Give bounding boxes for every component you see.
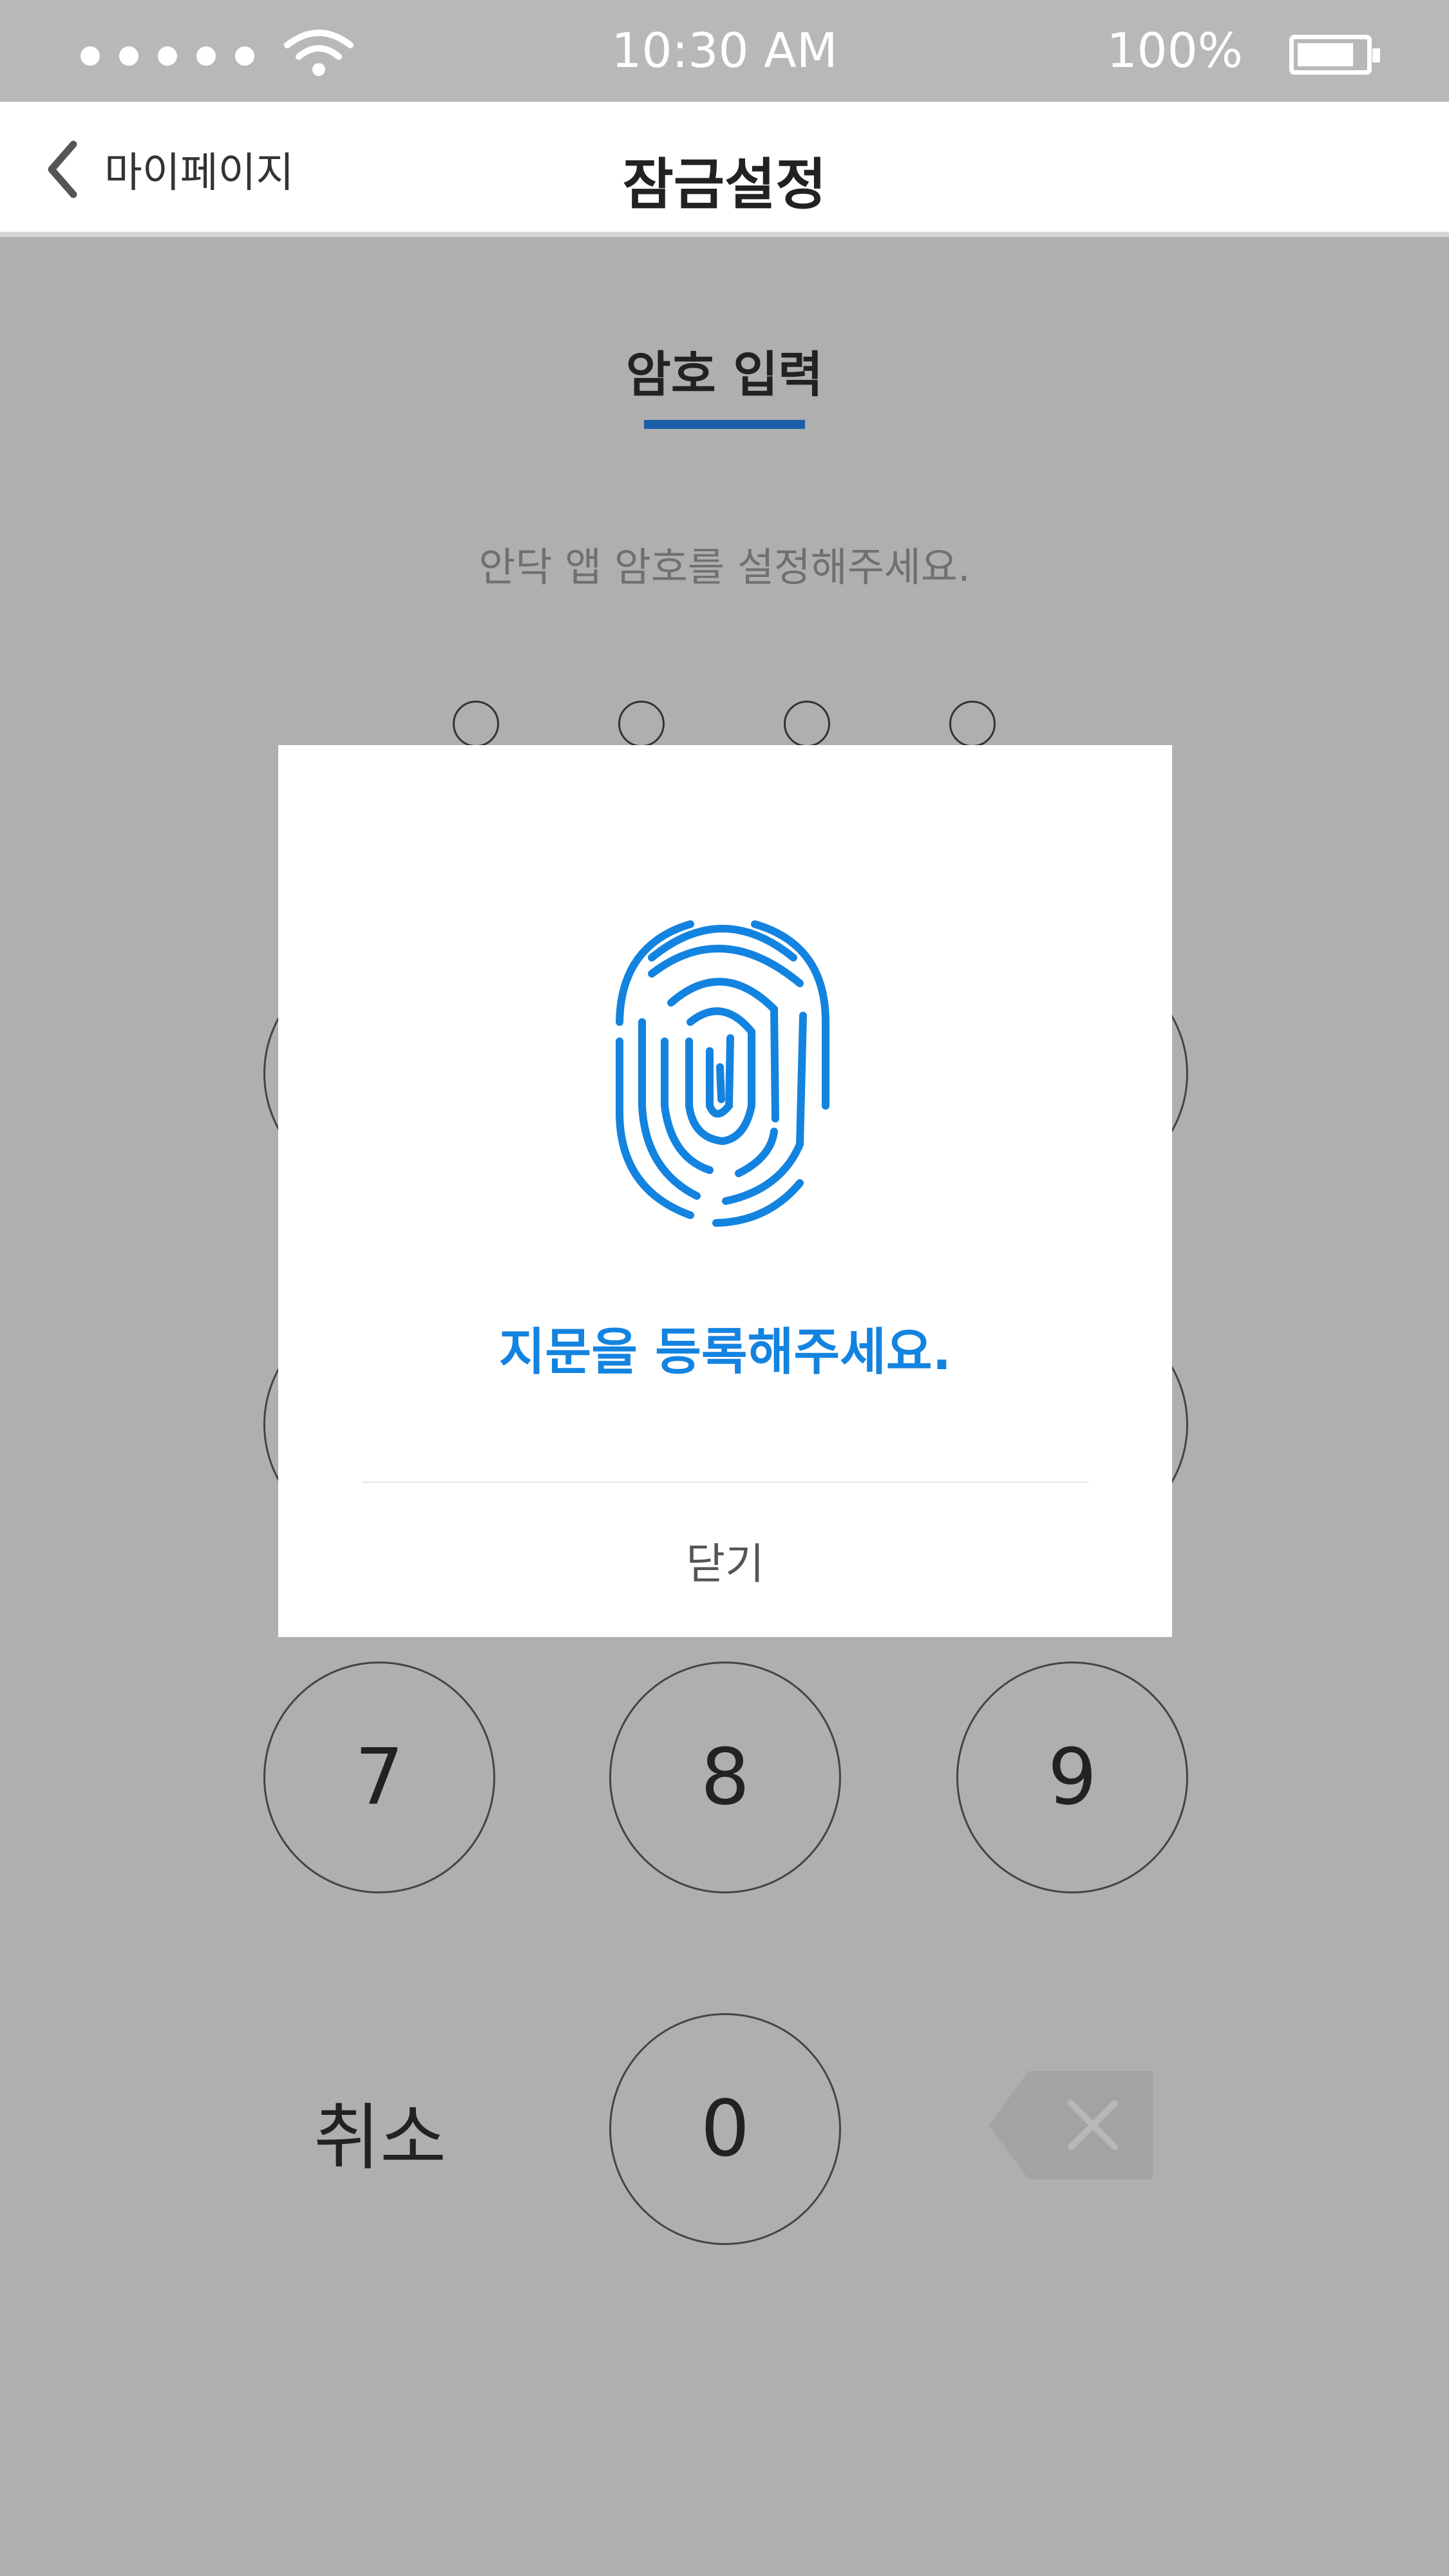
- battery-percent: 100%: [1106, 23, 1243, 79]
- cancel-button[interactable]: 취소: [264, 2074, 496, 2190]
- back-button[interactable]: 마이페이지: [45, 137, 294, 202]
- back-label: 마이페이지: [104, 149, 294, 197]
- battery-icon: [1289, 35, 1380, 75]
- chevron-left-icon: [48, 140, 77, 198]
- status-bar: 10:30 AM 100%: [0, 0, 1449, 102]
- close-button[interactable]: 닫기: [278, 1483, 1172, 1637]
- keypad-key-0[interactable]: 0: [609, 2013, 841, 2245]
- pin-dot: [949, 701, 996, 747]
- tab-passcode-entry: 암호 입력: [625, 346, 824, 403]
- fingerprint-modal: 지문을 등록해주세요. 닫기: [278, 745, 1172, 1637]
- keypad-key-9[interactable]: 9: [956, 1662, 1188, 1893]
- instruction-text: 안닥 앱 암호를 설정해주세요.: [478, 544, 971, 591]
- navigation-bar: 마이페이지 잠금설정: [0, 102, 1449, 237]
- modal-message: 지문을 등록해주세요.: [498, 1323, 952, 1381]
- pin-dot: [453, 701, 499, 747]
- pin-dot: [784, 701, 830, 747]
- pin-dot: [618, 701, 665, 747]
- tab-underline: [644, 420, 805, 429]
- keypad-key-7[interactable]: 7: [263, 1662, 495, 1893]
- backspace-icon[interactable]: [989, 2071, 1153, 2179]
- keypad-key-8[interactable]: 8: [609, 1662, 841, 1893]
- page-title: 잠금설정: [622, 153, 827, 217]
- fingerprint-icon: [616, 920, 829, 1227]
